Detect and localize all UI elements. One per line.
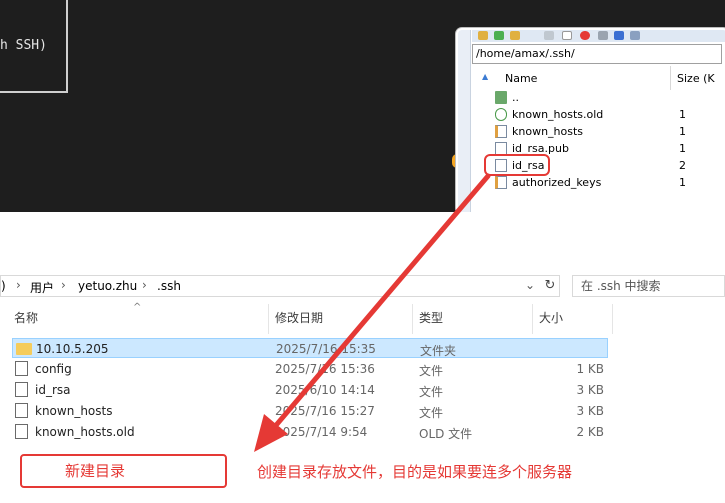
- column-separator[interactable]: [268, 304, 269, 334]
- column-separator[interactable]: [532, 304, 533, 334]
- file-size: 3 KB: [576, 404, 604, 418]
- remote-file-size: 1: [679, 142, 686, 155]
- remote-toolbar: [472, 30, 725, 42]
- breadcrumb-item[interactable]: 用户: [30, 279, 54, 296]
- pane-left-strip: [458, 30, 471, 212]
- file-row[interactable]: id_rsa 2025/6/10 14:14 文件 3 KB: [12, 380, 608, 400]
- file-size: 3 KB: [576, 383, 604, 397]
- file-icon: [15, 361, 28, 376]
- file-type: OLD 文件: [419, 427, 473, 441]
- file-size: 2 KB: [576, 425, 604, 439]
- remote-file-size: 1: [679, 176, 686, 189]
- toolbar-props-icon[interactable]: [598, 31, 608, 40]
- file-type: 文件夹: [420, 344, 457, 358]
- toolbar-tools-icon[interactable]: [630, 31, 640, 40]
- highlight-id-rsa-box: [484, 154, 550, 176]
- column-header-type[interactable]: 类型: [419, 309, 443, 331]
- file-type: 文件: [419, 385, 444, 399]
- chevron-right-icon[interactable]: ›: [61, 278, 66, 292]
- remote-file-row[interactable]: ..: [493, 90, 723, 106]
- edit-file-icon: [495, 176, 507, 189]
- column-header-modified[interactable]: 修改日期: [275, 309, 323, 331]
- remote-file-name: known_hosts.old: [512, 108, 604, 121]
- annotation-note: 创建目录存放文件，目的是如果要连多个服务器: [257, 463, 573, 481]
- column-separator[interactable]: [670, 66, 671, 90]
- remote-file-row[interactable]: authorized_keys 1: [493, 175, 723, 191]
- column-separator[interactable]: [612, 304, 613, 334]
- refresh-icon[interactable]: ↻: [540, 275, 560, 297]
- file-row[interactable]: 10.10.5.205 2025/7/16 15:35 文件夹: [12, 338, 608, 358]
- column-name[interactable]: Name: [505, 72, 537, 85]
- column-header-name[interactable]: 名称: [14, 309, 38, 331]
- remote-file-size: 1: [679, 108, 686, 121]
- breadcrumb-item[interactable]: ): [1, 279, 6, 293]
- sort-up-icon: ▲: [482, 72, 489, 81]
- toolbar-new-icon[interactable]: [510, 31, 520, 40]
- file-row[interactable]: config 2025/7/16 15:36 文件 1 KB: [12, 359, 608, 379]
- file-modified: 2025/7/16 15:27: [275, 404, 375, 418]
- toolbar-view-icon[interactable]: [614, 31, 624, 40]
- toolbar-folder-icon[interactable]: [478, 31, 488, 40]
- column-separator[interactable]: [412, 304, 413, 334]
- remote-path-field[interactable]: /home/amax/.ssh/: [472, 44, 722, 64]
- file-name: known_hosts.old: [35, 425, 135, 439]
- file-row[interactable]: known_hosts.old 2025/7/14 9:54 OLD 文件 2 …: [12, 422, 608, 442]
- chevron-right-icon[interactable]: ›: [16, 278, 21, 292]
- remote-file-name: known_hosts: [512, 125, 584, 138]
- file-size: 1 KB: [576, 362, 604, 376]
- file-modified: 2025/7/16 15:36: [275, 362, 375, 376]
- toolbar-green-icon[interactable]: [494, 31, 504, 40]
- chevron-right-icon[interactable]: ›: [142, 278, 147, 292]
- terminal-text: h SSH): [0, 38, 47, 53]
- file-icon: [15, 382, 28, 397]
- file-name: config: [35, 362, 72, 376]
- breadcrumb[interactable]: ) › 用户 › yetuo.zhu › .ssh ⌄: [0, 275, 560, 297]
- chevron-down-icon[interactable]: ⌄: [525, 278, 535, 292]
- breadcrumb-item[interactable]: .ssh: [157, 279, 181, 293]
- edit-file-icon: [495, 125, 507, 138]
- file-row[interactable]: known_hosts 2025/7/16 15:27 文件 3 KB: [12, 401, 608, 421]
- file-modified: 2025/6/10 14:14: [275, 383, 375, 397]
- file-name: known_hosts: [35, 404, 113, 418]
- remote-file-size: 2: [679, 159, 686, 172]
- remote-file-name: authorized_keys: [512, 176, 602, 189]
- file-icon: [15, 403, 28, 418]
- recycle-icon: [495, 108, 507, 121]
- remote-file-pane: /home/amax/.ssh/ ▲ Name Size (K .. known…: [456, 28, 725, 214]
- folder-up-icon: [495, 91, 507, 104]
- column-header-size[interactable]: 大小: [539, 309, 563, 331]
- column-size[interactable]: Size (K: [677, 72, 715, 85]
- breadcrumb-item[interactable]: yetuo.zhu: [78, 279, 137, 293]
- remote-file-size: 1: [679, 125, 686, 138]
- remote-column-header: ▲ Name Size (K: [472, 66, 725, 90]
- remote-file-row[interactable]: known_hosts.old 1: [493, 107, 723, 123]
- toolbar-delete-icon[interactable]: [580, 31, 590, 40]
- file-type: 文件: [419, 364, 444, 378]
- toolbar-edit-icon[interactable]: [544, 31, 554, 40]
- file-modified: 2025/7/14 9:54: [275, 425, 368, 439]
- remote-file-row[interactable]: known_hosts 1: [493, 124, 723, 140]
- new-directory-callout: 新建目录: [20, 454, 227, 488]
- search-input[interactable]: 在 .ssh 中搜索: [572, 275, 725, 297]
- file-modified: 2025/7/16 15:35: [276, 342, 376, 356]
- folder-icon: [16, 343, 32, 355]
- toolbar-file-icon[interactable]: [562, 31, 572, 40]
- file-name: 10.10.5.205: [36, 342, 109, 356]
- file-name: id_rsa: [35, 383, 71, 397]
- sort-caret-icon: ^: [133, 302, 142, 313]
- file-icon: [15, 424, 28, 439]
- remote-file-name: ..: [512, 91, 519, 104]
- file-type: 文件: [419, 406, 444, 420]
